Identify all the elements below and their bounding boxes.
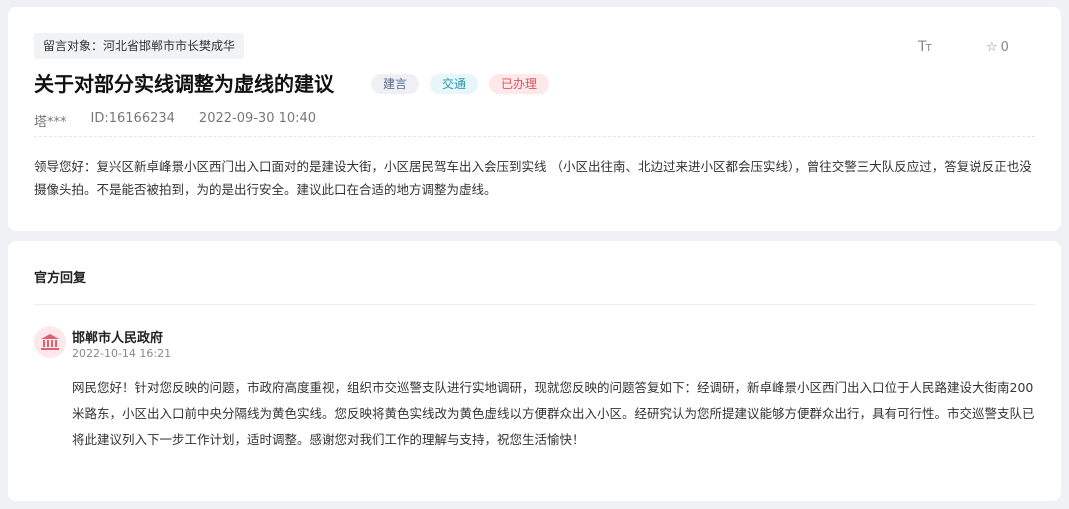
reply-section-title: 官方回复 xyxy=(34,271,87,286)
star-icon: ☆ xyxy=(986,40,998,55)
badge-group: 建言 交通 已办理 xyxy=(371,74,560,94)
type-badge: 建言 xyxy=(371,74,420,94)
message-card: 留言对象：河北省邯郸市市长樊成华 关于对部分实线调整为虚线的建议 建言 交通 已… xyxy=(8,7,1061,231)
message-datetime: 2022-09-30 10:40 xyxy=(198,111,317,126)
page-title: 关于对部分实线调整为虚线的建议 xyxy=(34,72,334,96)
favorite-count: 0 xyxy=(1000,40,1009,55)
message-target-tag: 留言对象：河北省邯郸市市长樊成华 xyxy=(34,33,245,59)
reply-org-name: 邯郸市人民政府 xyxy=(72,331,164,346)
message-meta: 塔*** ID:16166234 2022-09-30 10:40 xyxy=(34,111,340,130)
favorite-button[interactable]: ☆ 0 xyxy=(986,40,1009,55)
message-id: ID:16166234 xyxy=(90,111,175,126)
divider xyxy=(34,304,1035,305)
reply-datetime: 2022-10-14 16:21 xyxy=(72,347,172,360)
government-building-icon xyxy=(41,334,59,350)
avatar xyxy=(34,326,66,358)
font-size-icon: TT xyxy=(918,39,932,55)
reply-content: 网民您好！针对您反映的问题，市政府高度重视，组织市交巡警支队进行实地调研，现就您… xyxy=(72,380,1035,447)
message-content: 领导您好：复兴区新卓峰景小区西门出入口面对的是建设大街，小区居民驾车出入会压到实… xyxy=(34,159,1032,197)
author-name: 塔*** xyxy=(34,115,67,130)
divider xyxy=(34,136,1035,137)
reply-card: 官方回复 邯郸市人民政府 2022-10-14 16:21 网民您好！针对您反映… xyxy=(8,241,1061,501)
font-size-button[interactable]: TT xyxy=(918,39,932,55)
category-badge: 交通 xyxy=(430,74,479,94)
status-badge: 已办理 xyxy=(489,74,550,94)
